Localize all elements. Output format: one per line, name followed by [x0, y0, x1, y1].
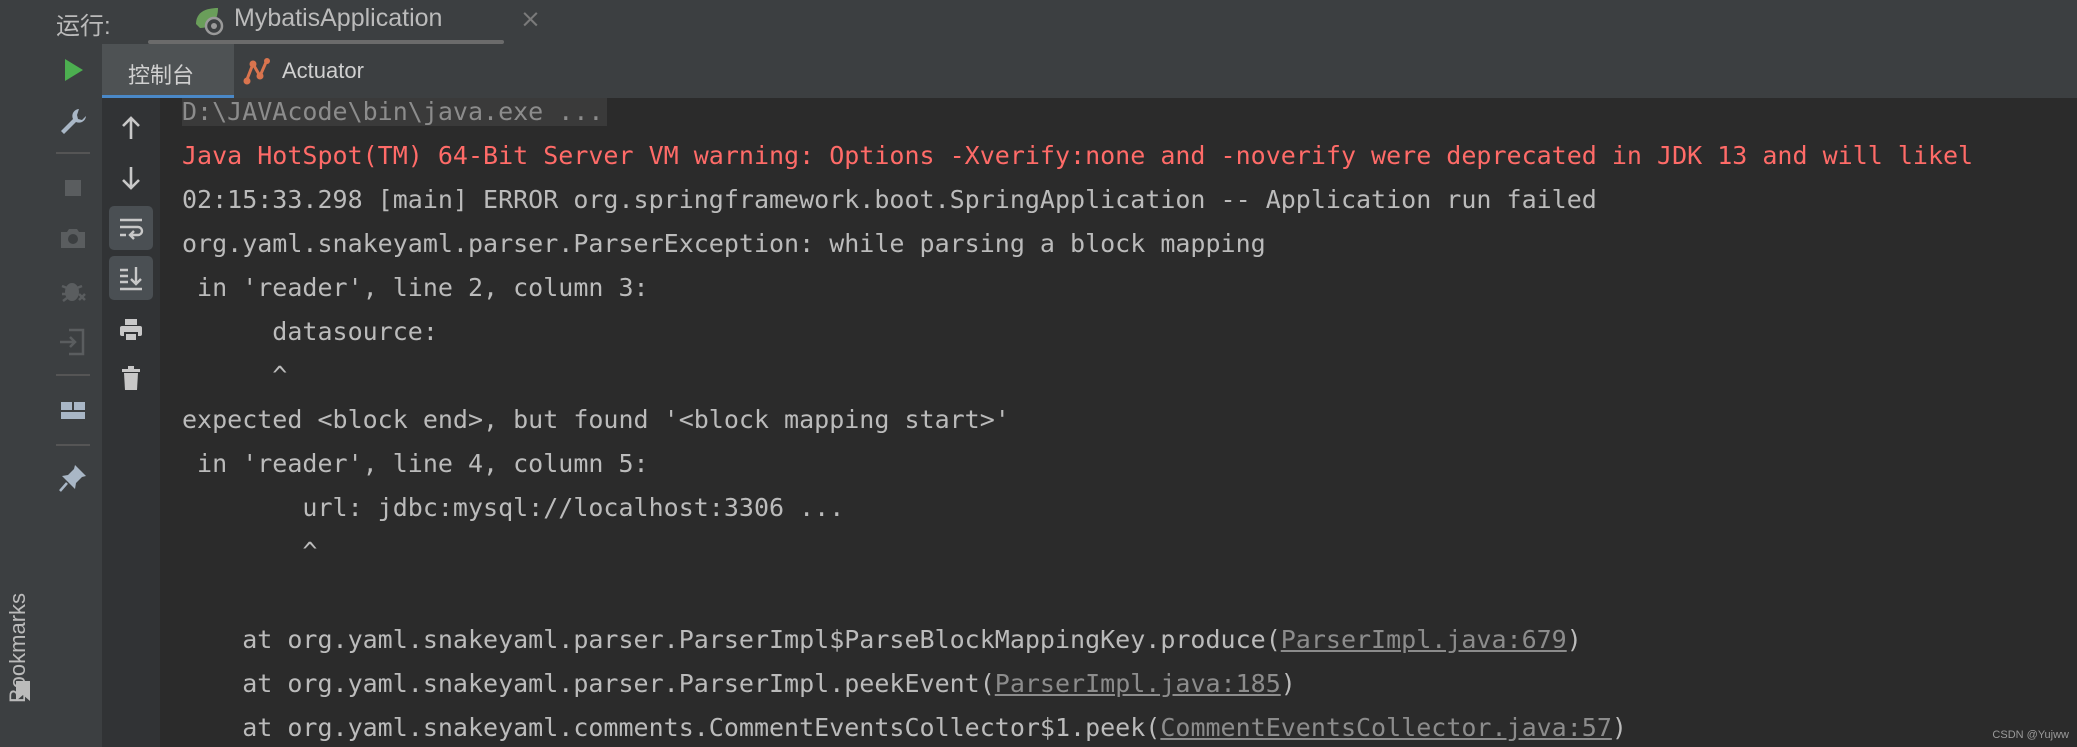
console-line: at org.yaml.snakeyaml.comments.CommentEv…: [182, 708, 1627, 747]
stack-frame-text: at org.yaml.snakeyaml.parser.ParserImpl$…: [182, 625, 1281, 654]
scroll-to-end-button[interactable]: [109, 256, 153, 300]
clear-all-button[interactable]: [109, 356, 153, 400]
console-line: D:\JAVAcode\bin\java.exe ...: [182, 98, 608, 132]
close-tab-icon[interactable]: ×: [520, 4, 541, 33]
stack-frame-text: at org.yaml.snakeyaml.parser.ParserImpl.…: [182, 669, 995, 698]
login-icon[interactable]: [57, 326, 89, 358]
layout-icon[interactable]: [57, 394, 89, 426]
run-tool-window-header: 运行: MybatisApplication ×: [44, 0, 2077, 45]
console-line: expected <block end>, but found '<block …: [182, 405, 1010, 434]
scroll-down-icon: [122, 167, 140, 190]
camera-icon[interactable]: [57, 222, 89, 254]
console-line: ^: [182, 361, 288, 390]
run-label: 运行:: [56, 13, 111, 40]
console-line: org.yaml.snakeyaml.parser.ParserExceptio…: [182, 229, 1266, 258]
run-icon[interactable]: [57, 54, 89, 86]
toolbar-separator: [56, 444, 90, 446]
console-line: at org.yaml.snakeyaml.parser.ParserImpl$…: [182, 620, 1582, 660]
scroll-up-icon: [122, 116, 140, 139]
tab-actuator-label: Actuator: [282, 58, 364, 83]
console-line: Java HotSpot(TM) 64-Bit Server VM warnin…: [182, 141, 1974, 170]
stop-icon[interactable]: [57, 172, 89, 204]
console-line: in 'reader', line 4, column 5:: [182, 449, 649, 478]
print-icon: [120, 319, 142, 342]
left-tool-strip: Bookmarks: [0, 0, 45, 747]
console-line: at org.yaml.snakeyaml.parser.ParserImpl.…: [182, 664, 1296, 704]
toolbar-separator: [56, 374, 90, 376]
tab-console-label: 控制台: [128, 63, 195, 88]
console-line: ^: [182, 537, 318, 566]
run-config-name: MybatisApplication: [234, 4, 443, 32]
pin-icon[interactable]: [57, 462, 89, 494]
debug-bug-icon[interactable]: [57, 274, 89, 306]
bookmarks-label: Bookmarks: [5, 592, 30, 703]
tab-actuator[interactable]: Actuator: [242, 44, 402, 98]
soft-wrap-icon: [120, 218, 144, 240]
console-tabs-bar: 控制台 Actuator: [102, 44, 2077, 99]
console-line: 02:15:33.298 [main] ERROR org.springfram…: [182, 185, 1597, 214]
source-link[interactable]: ParserImpl.java:679: [1281, 625, 1567, 654]
scroll-down-button[interactable]: [109, 156, 153, 200]
run-toolbar: [44, 44, 103, 747]
source-link[interactable]: CommentEventsCollector.java:57: [1160, 713, 1612, 742]
console-line: url: jdbc:mysql://localhost:3306 ...: [182, 493, 845, 522]
toolbar-separator: [56, 152, 90, 154]
spring-boot-app-icon: [196, 8, 224, 36]
trash-icon: [122, 366, 140, 390]
stack-frame-suffix: ): [1280, 669, 1296, 698]
scroll-up-button[interactable]: [109, 106, 153, 150]
actuator-icon: [243, 58, 270, 85]
watermark: CSDN @Yujww: [1992, 729, 2069, 741]
stack-frame-suffix: ): [1566, 625, 1582, 654]
console-command-text: D:\JAVAcode\bin\java.exe ...: [182, 98, 608, 126]
console-line: in 'reader', line 2, column 3:: [182, 273, 649, 302]
console-output[interactable]: D:\JAVAcode\bin\java.exe ... Java HotSpo…: [160, 98, 2077, 747]
run-config-tab[interactable]: MybatisApplication ×: [148, 0, 541, 44]
build-wrench-icon[interactable]: [57, 106, 89, 138]
tab-console[interactable]: 控制台: [102, 44, 234, 98]
bookmarks-tool-window-button[interactable]: Bookmarks: [4, 540, 40, 720]
print-button[interactable]: [109, 308, 153, 352]
soft-wrap-button[interactable]: [109, 206, 153, 250]
scroll-to-end-icon: [120, 267, 142, 291]
console-line: datasource:: [182, 317, 438, 346]
source-link[interactable]: ParserImpl.java:185: [995, 669, 1281, 698]
bookmark-icon: [16, 681, 30, 701]
stack-frame-suffix: ): [1611, 713, 1627, 742]
console-toolbar: [102, 98, 161, 747]
stack-frame-text: at org.yaml.snakeyaml.comments.CommentEv…: [182, 713, 1161, 742]
